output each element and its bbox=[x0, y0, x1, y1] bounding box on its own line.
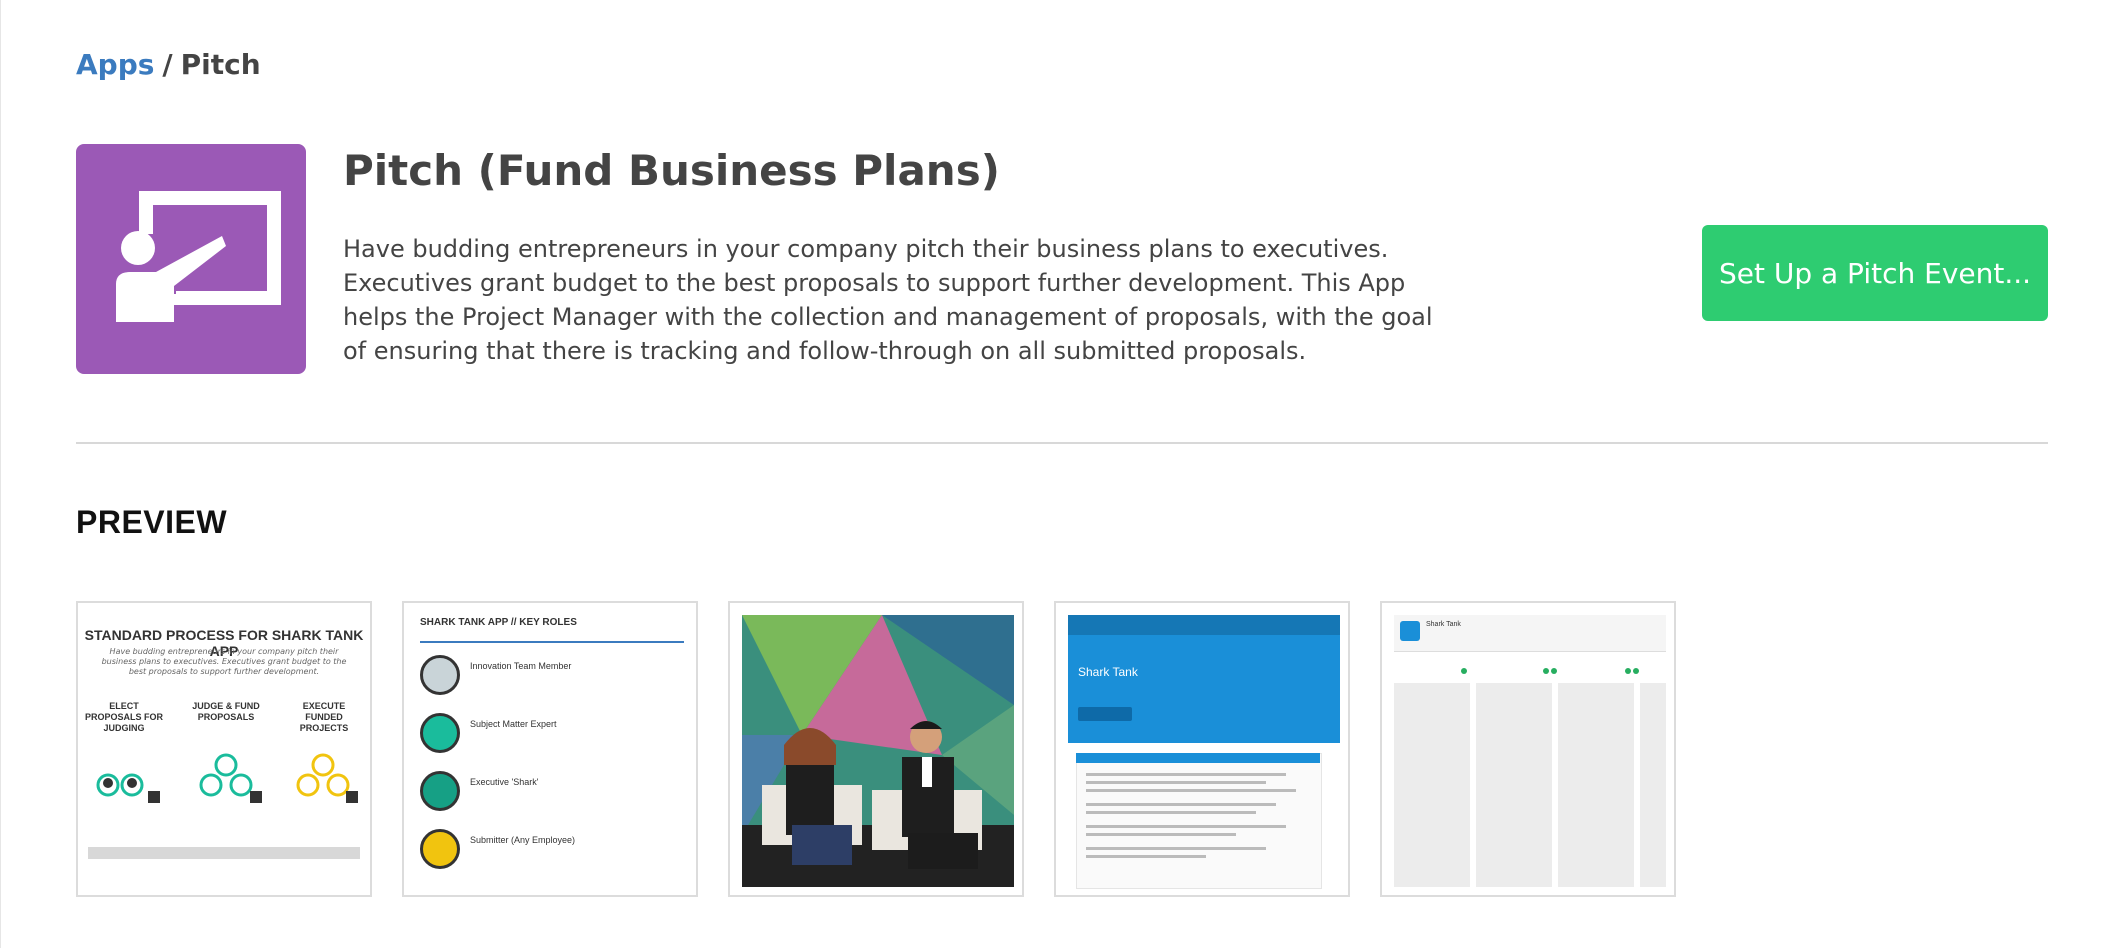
presenter-at-board-icon bbox=[116, 191, 281, 322]
avatar bbox=[420, 713, 460, 753]
avatar bbox=[420, 829, 460, 869]
event-photo-image bbox=[742, 615, 1014, 887]
thumb-process-footer-bar bbox=[88, 847, 360, 859]
thumb-app-text-lines bbox=[1086, 773, 1296, 858]
page-left-border bbox=[0, 0, 1, 948]
thumb-board-status-dots bbox=[1461, 668, 1639, 674]
section-divider bbox=[76, 442, 2048, 444]
thumb-roles-title: SHARK TANK APP // KEY ROLES bbox=[420, 617, 577, 628]
thumb-role-label: Submitter (Any Employee) bbox=[470, 835, 576, 845]
breadcrumb-apps-link[interactable]: Apps bbox=[76, 48, 154, 81]
preview-thumbnail-roles[interactable]: SHARK TANK APP // KEY ROLES Innovation T… bbox=[402, 601, 698, 897]
avatar bbox=[420, 771, 460, 811]
preview-heading: PREVIEW bbox=[76, 504, 228, 540]
thumb-role-label: Executive 'Shark' bbox=[470, 777, 539, 787]
preview-thumbnail-board[interactable]: Shark Tank bbox=[1380, 601, 1676, 897]
preview-thumbnail-process[interactable]: STANDARD PROCESS FOR SHARK TANK APP Have… bbox=[76, 601, 372, 897]
app-description: Have budding entrepreneurs in your compa… bbox=[343, 235, 1433, 365]
setup-pitch-event-button[interactable]: Set Up a Pitch Event... bbox=[1702, 225, 2048, 321]
breadcrumb-current: Pitch bbox=[180, 48, 261, 81]
app-icon bbox=[76, 144, 306, 374]
breadcrumb-separator: / bbox=[162, 48, 173, 81]
avatar bbox=[420, 655, 460, 695]
preview-thumbnail-photo[interactable] bbox=[728, 601, 1024, 897]
preview-thumbnail-app[interactable]: Shark Tank bbox=[1054, 601, 1350, 897]
thumb-roles-rule bbox=[420, 641, 684, 643]
breadcrumb: Apps / Pitch bbox=[76, 48, 261, 81]
thumb-role-label: Innovation Team Member bbox=[470, 661, 572, 671]
app-title: Pitch (Fund Business Plans) bbox=[343, 146, 1000, 195]
thumb-role-label: Subject Matter Expert bbox=[470, 719, 557, 729]
